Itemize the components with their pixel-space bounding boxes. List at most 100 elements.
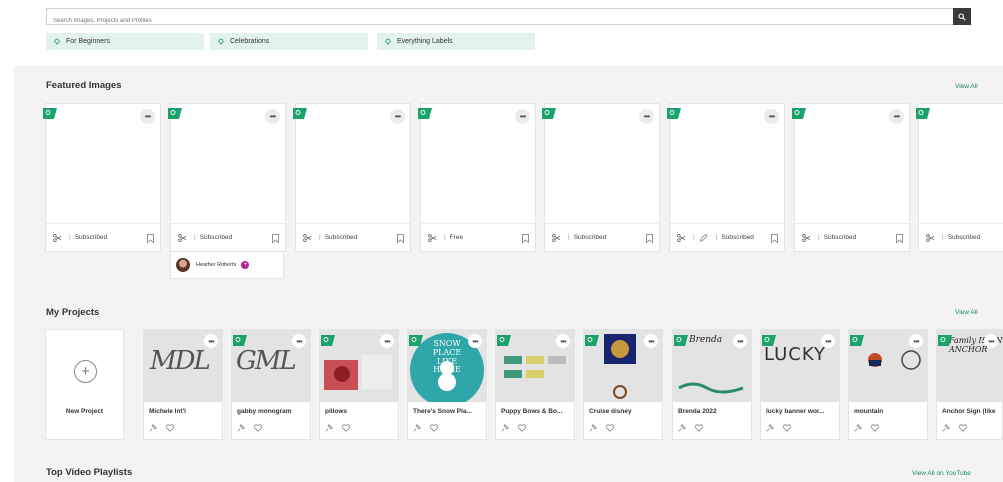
more-options-button[interactable]: ••• — [515, 109, 530, 124]
search-box[interactable] — [46, 8, 971, 29]
project-card[interactable]: ••• pillows — [319, 329, 399, 440]
featured-image-card[interactable]: •••|Subscribed — [916, 103, 1003, 252]
avatar — [176, 258, 190, 272]
heart-icon[interactable] — [430, 424, 438, 432]
divider: | — [69, 234, 71, 241]
card-footer: | Subscribed — [171, 223, 285, 251]
cut-icon — [428, 233, 437, 242]
subscription-flag-icon — [792, 106, 806, 119]
youtube-view-all-link[interactable]: View All on YouTube — [912, 470, 971, 477]
pin-icon[interactable] — [325, 424, 333, 432]
project-card[interactable]: MDL ••• Michele Int'l — [143, 329, 223, 440]
more-options-button[interactable]: ••• — [821, 334, 835, 348]
more-options-button[interactable]: ••• — [468, 334, 482, 348]
card-footer: | Subscribed — [296, 223, 410, 251]
subscription-flag-icon — [542, 106, 556, 119]
new-project-button[interactable]: + New Project — [45, 329, 124, 440]
heart-icon[interactable] — [695, 424, 703, 432]
project-card[interactable]: Brenda ••• Brenda 2022 — [672, 329, 752, 440]
more-options-button[interactable]: ••• — [380, 334, 394, 348]
card-footer: | Subscribed — [545, 223, 659, 251]
more-options-button[interactable]: ••• — [733, 334, 747, 348]
owner-profile[interactable]: Heather Roberts + — [170, 252, 284, 279]
subscription-flag-icon — [916, 106, 930, 119]
chip-everything-labels[interactable]: Everything Labels — [377, 33, 535, 50]
bookmark-icon[interactable] — [646, 234, 653, 244]
status-label: Subscribed — [199, 234, 233, 241]
project-name: gabby monogram — [237, 408, 292, 415]
thumbnail-art-text: LUCKY — [764, 344, 827, 365]
heart-icon[interactable] — [166, 424, 174, 432]
bookmark-icon[interactable] — [896, 234, 903, 244]
featured-image-card[interactable]: ••• |Subscribed — [293, 103, 411, 252]
more-options-button[interactable]: ••• — [292, 334, 306, 348]
cut-icon — [677, 233, 686, 242]
edit-icon — [699, 233, 708, 242]
search-button[interactable] — [953, 8, 971, 25]
featured-image-card[interactable]: ••• |Subscribed — [542, 103, 660, 252]
heart-icon[interactable] — [871, 424, 879, 432]
cut-icon — [802, 233, 811, 242]
pin-icon[interactable] — [942, 424, 950, 432]
pin-icon[interactable] — [413, 424, 421, 432]
project-card[interactable]: GML ••• gabby monogram — [231, 329, 311, 440]
featured-image-card[interactable]: ••• | Free — [418, 103, 536, 252]
bookmark-icon[interactable] — [522, 234, 529, 244]
featured-image-card[interactable]: ••• | | Subscribed — [667, 103, 785, 252]
more-options-button[interactable]: ••• — [556, 334, 570, 348]
chip-for-beginners[interactable]: For Beginners — [46, 33, 204, 50]
featured-image-card[interactable]: ••• |Subscribed — [168, 103, 286, 252]
subscription-flag-icon — [43, 106, 57, 119]
heart-icon[interactable] — [342, 424, 350, 432]
featured-image-card[interactable]: •••|Subscribed — [43, 103, 161, 252]
bookmark-icon[interactable] — [147, 234, 154, 244]
heart-icon[interactable] — [518, 424, 526, 432]
project-card[interactable]: LUCKY ••• lucky banner wor... — [760, 329, 840, 440]
more-options-button[interactable]: ••• — [265, 109, 280, 124]
pin-icon[interactable] — [149, 424, 157, 432]
thumbnail-art-text: MDL — [150, 346, 211, 376]
divider: | — [693, 234, 695, 241]
more-options-button[interactable]: ••• — [984, 334, 998, 348]
bookmark-icon[interactable] — [771, 234, 778, 244]
pin-icon[interactable] — [854, 424, 862, 432]
pin-icon[interactable] — [678, 424, 686, 432]
project-card[interactable]: ••• Cruise disney — [583, 329, 663, 440]
heart-icon[interactable] — [959, 424, 967, 432]
heart-icon[interactable] — [783, 424, 791, 432]
project-card[interactable]: ••• Puppy Bows & Bo... — [495, 329, 575, 440]
pin-icon[interactable] — [501, 424, 509, 432]
project-card[interactable]: Family IS AN ANCHOR ••• Anchor Sign (like — [936, 329, 1003, 440]
projects-view-all-link[interactable]: View All — [955, 309, 978, 316]
status-label: Subscribed — [324, 234, 358, 241]
search-input[interactable] — [47, 13, 947, 29]
project-card[interactable]: ••• mountain — [848, 329, 928, 440]
featured-image-card[interactable]: ••• |Subscribed — [792, 103, 910, 252]
project-card[interactable]: SNOW PLACE LIKE HOME ••• There's Snow Pla.… — [407, 329, 487, 440]
more-options-button[interactable]: ••• — [909, 334, 923, 348]
bookmark-icon[interactable] — [397, 234, 404, 244]
project-name: Cruise disney — [589, 408, 632, 415]
more-options-button[interactable]: ••• — [889, 109, 904, 124]
heart-icon[interactable] — [254, 424, 262, 432]
featured-images-title: Featured Images — [46, 80, 122, 91]
bookmark-icon[interactable] — [272, 234, 279, 244]
more-options-button[interactable]: ••• — [140, 109, 155, 124]
heart-icon[interactable] — [606, 424, 614, 432]
pin-icon[interactable] — [589, 424, 597, 432]
divider: | — [444, 234, 446, 241]
chip-celebrations[interactable]: Celebrations — [210, 33, 368, 50]
featured-view-all-link[interactable]: View All — [955, 83, 978, 90]
pin-icon[interactable] — [237, 424, 245, 432]
more-options-button[interactable]: ••• — [204, 334, 218, 348]
more-options-button[interactable]: ••• — [390, 109, 405, 124]
more-options-button[interactable]: ••• — [639, 109, 654, 124]
card-footer: | Subscribed — [795, 223, 909, 251]
more-options-button[interactable]: ••• — [644, 334, 658, 348]
project-name: There's Snow Pla... — [413, 408, 472, 415]
chip-label: For Beginners — [66, 38, 110, 45]
cut-icon — [178, 233, 187, 242]
project-name: Puppy Bows & Bo... — [501, 408, 563, 415]
more-options-button[interactable]: ••• — [764, 109, 779, 124]
pin-icon[interactable] — [766, 424, 774, 432]
